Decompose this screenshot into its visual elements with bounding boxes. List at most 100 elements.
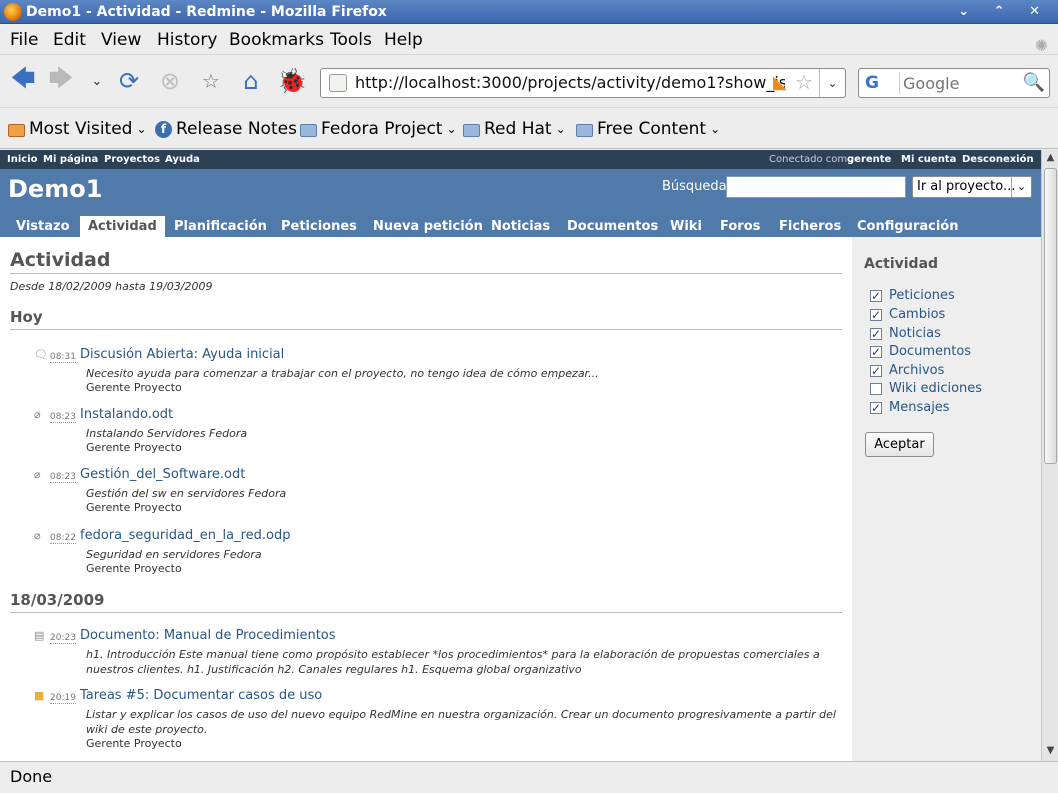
window-titlebar: Demo1 - Actividad - Redmine - Mozilla Fi… [0, 0, 1058, 24]
site-identity-icon[interactable] [329, 74, 347, 92]
attachment-icon: ⌀ [34, 529, 41, 542]
checkbox[interactable]: ✓ [870, 309, 882, 321]
stop-icon[interactable]: ⊗ [155, 66, 185, 96]
filter-cambios[interactable]: ✓ Cambios [870, 306, 1040, 324]
search-input[interactable] [903, 71, 1023, 95]
link-proyectos[interactable]: Proyectos [104, 150, 160, 169]
activity-content: Actividad Desde 18/02/2009 hasta 19/03/2… [0, 237, 852, 761]
tab-actividad[interactable]: Actividad [80, 216, 165, 237]
event-link[interactable]: Discusión Abierta: Ayuda inicial [80, 347, 284, 362]
firebug-icon[interactable]: 🐞 [277, 66, 307, 96]
menu-edit[interactable]: Edit [53, 25, 86, 55]
checkbox[interactable]: ✓ [870, 328, 882, 340]
event-link[interactable]: Instalando.odt [80, 407, 173, 422]
sidebar: Actividad ✓ Peticiones ✓ Cambios ✓ Noticias… [852, 237, 1041, 761]
menu-view[interactable]: View [101, 25, 141, 55]
checkbox[interactable]: ✓ [870, 402, 882, 414]
link-mi-cuenta[interactable]: Mi cuenta [901, 150, 956, 169]
page-viewport: Inicio Mi página Proyectos Ayuda Conecta… [0, 150, 1041, 761]
checkbox[interactable]: ✓ [870, 365, 882, 377]
web-search-box[interactable]: G 🔍 [858, 68, 1050, 98]
scroll-thumb[interactable] [1044, 168, 1057, 464]
menu-bookmarks[interactable]: Bookmarks [229, 25, 324, 55]
bookmark-free-content[interactable]: Free Content ⌄ [576, 109, 720, 149]
document-icon: ▤ [34, 629, 45, 642]
reload-icon[interactable]: ⟳ [114, 66, 144, 96]
project-jump-select[interactable]: Ir al proyecto... ⌄ [912, 176, 1032, 198]
folder-icon [576, 123, 593, 137]
window-controls[interactable]: ⌄ ⌃ ✕ [958, 0, 1050, 24]
day-heading: Hoy [10, 308, 842, 330]
event-link[interactable]: Gestión_del_Software.odt [80, 467, 245, 482]
url-text[interactable]: http://localhost:3000/projects/activity/… [355, 69, 785, 97]
checkbox[interactable]: ✓ [870, 346, 882, 358]
message-icon: 🗨 [34, 348, 48, 361]
scroll-up-icon[interactable]: ▲ [1044, 152, 1057, 166]
search-engine-icon[interactable]: G [862, 72, 900, 94]
chevron-down-icon: ⌄ [446, 122, 457, 136]
logged-user[interactable]: gerente [847, 150, 891, 169]
filter-noticias[interactable]: ✓ Noticias [870, 325, 1040, 343]
forward-icon[interactable]: 🡆 [46, 64, 76, 96]
fedora-icon: f [155, 120, 172, 138]
rss-feed-icon[interactable]: ◣ [773, 69, 787, 97]
project-search-input[interactable] [726, 176, 906, 198]
menu-tools[interactable]: Tools [330, 25, 372, 55]
menubar: File Edit View History Bookmarks Tools H… [0, 25, 1058, 55]
bookmark-red-hat[interactable]: Red Hat ⌄ [463, 109, 566, 149]
vertical-scrollbar[interactable]: ▲ ▼ [1041, 150, 1058, 761]
accept-button[interactable]: Aceptar [865, 432, 934, 457]
filter-peticiones[interactable]: ✓ Peticiones [870, 287, 1040, 305]
filter-archivos[interactable]: ✓ Archivos [870, 362, 1040, 380]
tab-ficheros[interactable]: Ficheros [771, 216, 849, 237]
menu-history[interactable]: History [157, 25, 217, 55]
tab-peticiones[interactable]: Peticiones [273, 216, 365, 237]
checkbox[interactable] [870, 383, 882, 395]
event-link[interactable]: Documento: Manual de Procedimientos [80, 628, 336, 643]
scroll-down-icon[interactable]: ▼ [1044, 745, 1057, 759]
tab-documentos[interactable]: Documentos [559, 216, 666, 237]
link-mi-pagina[interactable]: Mi página [43, 150, 98, 169]
folder-icon [463, 123, 480, 137]
chevron-down-icon: ⌄ [555, 122, 566, 136]
back-icon[interactable]: 🡄 [8, 64, 38, 96]
history-dropdown-icon[interactable]: ⌄ [82, 66, 112, 96]
tab-nueva-peticion[interactable]: Nueva petición [365, 216, 491, 237]
menu-file[interactable]: File [10, 25, 38, 55]
filter-mensajes[interactable]: ✓ Mensajes [870, 399, 1040, 417]
checkbox[interactable]: ✓ [870, 290, 882, 302]
link-inicio[interactable]: Inicio [7, 150, 38, 169]
chevron-down-icon: ⌄ [710, 122, 721, 136]
navigation-toolbar: 🡄 🡆 ⌄ ⟳ ⊗ ☆ ⌂ 🐞 http://localhost:3000/pr… [0, 56, 1058, 108]
tab-noticias[interactable]: Noticias [483, 216, 558, 237]
bookmarks-toolbar: Most Visited ⌄ f Release Notes Fedora Pro… [0, 109, 1058, 149]
date-range: Desde 18/02/2009 hasta 19/03/2009 [10, 280, 213, 293]
bookmark-star-icon[interactable]: ☆ [196, 66, 226, 96]
link-ayuda[interactable]: Ayuda [165, 150, 200, 169]
tab-wiki[interactable]: Wiki [662, 216, 710, 237]
project-header: Demo1 Búsqueda: Ir al proyecto... ⌄ Vist… [0, 169, 1041, 237]
filter-wiki-ediciones[interactable]: Wiki ediciones [870, 380, 1040, 398]
attachment-icon: ⌀ [34, 408, 41, 421]
day-heading: 18/03/2009 [10, 591, 842, 613]
url-bar[interactable]: http://localhost:3000/projects/activity/… [320, 68, 846, 98]
bookmark-page-icon[interactable]: ☆ [795, 69, 813, 96]
folder-icon [300, 123, 317, 137]
tab-foros[interactable]: Foros [712, 216, 768, 237]
tab-configuracion[interactable]: Configuración [849, 216, 966, 237]
url-dropdown-icon[interactable]: ⌄ [819, 69, 845, 97]
bookmark-most-visited[interactable]: Most Visited ⌄ [8, 109, 147, 149]
menu-help[interactable]: Help [384, 25, 423, 55]
filter-documentos[interactable]: ✓ Documentos [870, 343, 1040, 361]
most-visited-icon [8, 123, 25, 137]
tab-planificacion[interactable]: Planificación [166, 216, 275, 237]
bookmark-release-notes[interactable]: f Release Notes [155, 109, 297, 149]
home-icon[interactable]: ⌂ [236, 66, 266, 96]
search-icon[interactable]: 🔍 [1023, 69, 1045, 97]
bookmark-fedora-project[interactable]: Fedora Project ⌄ [300, 109, 457, 149]
link-desconexion[interactable]: Desconexión [962, 150, 1034, 169]
search-label: Búsqueda: [662, 179, 732, 194]
tab-vistazo[interactable]: Vistazo [8, 216, 78, 237]
event-link[interactable]: fedora_seguridad_en_la_red.odp [80, 528, 291, 543]
event-link[interactable]: Tareas #5: Documentar casos de uso [80, 688, 322, 703]
